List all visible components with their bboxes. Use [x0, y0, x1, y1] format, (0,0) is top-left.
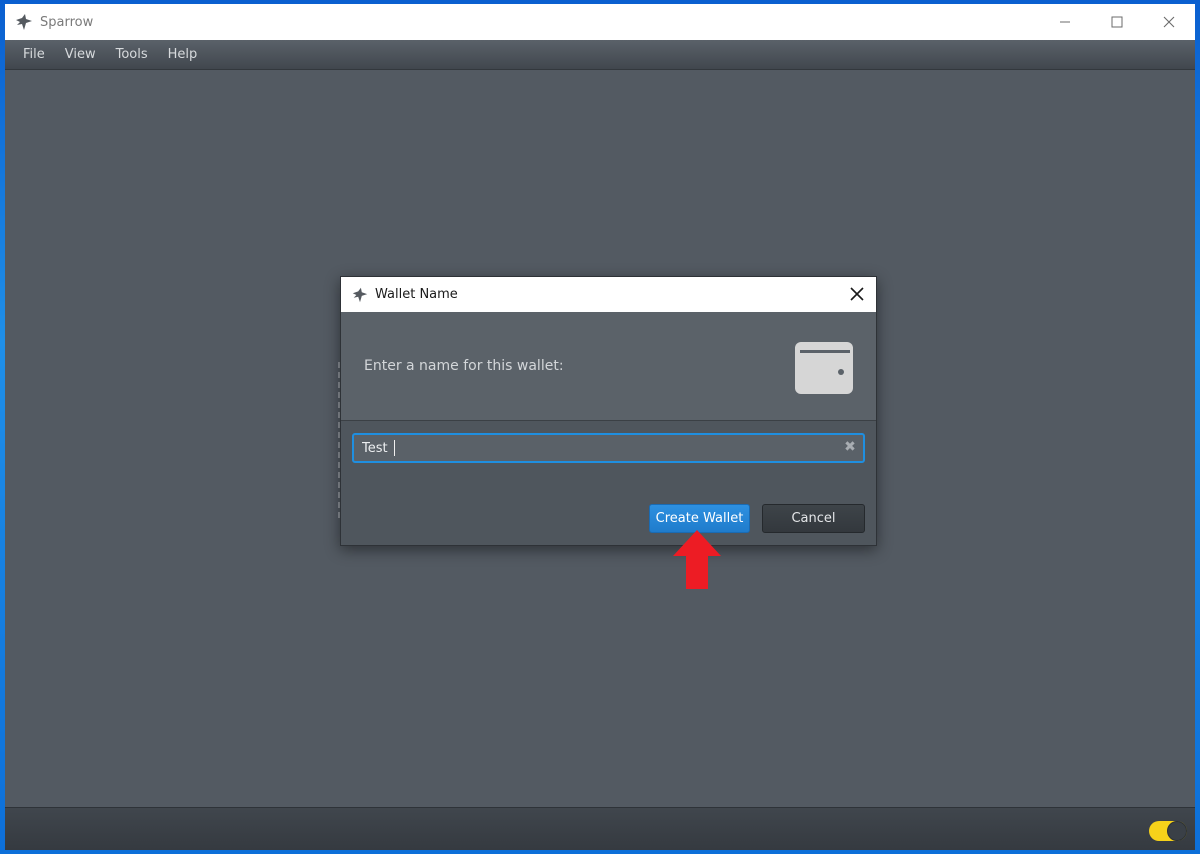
wallet-name-input[interactable]: [362, 440, 832, 456]
wallet-name-field[interactable]: ✖: [352, 433, 865, 463]
minimize-icon: [1060, 21, 1070, 23]
dialog-titlebar: Wallet Name: [341, 277, 876, 312]
dialog-title: Wallet Name: [375, 287, 458, 302]
server-connection-toggle[interactable]: [1149, 821, 1187, 841]
clear-icon[interactable]: ✖: [843, 440, 857, 454]
maximize-icon: [1111, 16, 1123, 28]
sparrow-logo-icon: [352, 287, 368, 302]
menu-help[interactable]: Help: [158, 40, 208, 70]
close-button[interactable]: [1143, 4, 1195, 40]
minimize-button[interactable]: [1039, 4, 1091, 40]
menubar: File View Tools Help: [5, 40, 1195, 70]
cancel-button[interactable]: Cancel: [762, 504, 865, 533]
menu-file[interactable]: File: [13, 40, 55, 70]
window-titlebar: Sparrow: [5, 4, 1195, 40]
dialog-body: ✖ Create Wallet Cancel: [341, 421, 876, 545]
maximize-button[interactable]: [1091, 4, 1143, 40]
dialog-prompt: Enter a name for this wallet:: [364, 358, 564, 374]
close-icon: [1163, 16, 1175, 28]
toggle-knob: [1167, 821, 1187, 841]
close-icon[interactable]: [848, 285, 866, 303]
red-arrow-annotation: [673, 530, 721, 589]
dialog-header: Enter a name for this wallet:: [341, 312, 876, 421]
status-bar: [5, 807, 1195, 850]
window-title: Sparrow: [40, 14, 94, 30]
wallet-icon: [795, 342, 853, 394]
menu-view[interactable]: View: [55, 40, 106, 70]
menu-tools[interactable]: Tools: [106, 40, 158, 70]
sparrow-logo-icon: [16, 14, 32, 30]
text-caret: [394, 440, 395, 456]
wallet-name-dialog: Wallet Name Enter a name for this wallet…: [340, 276, 877, 546]
create-wallet-button[interactable]: Create Wallet: [649, 504, 750, 533]
